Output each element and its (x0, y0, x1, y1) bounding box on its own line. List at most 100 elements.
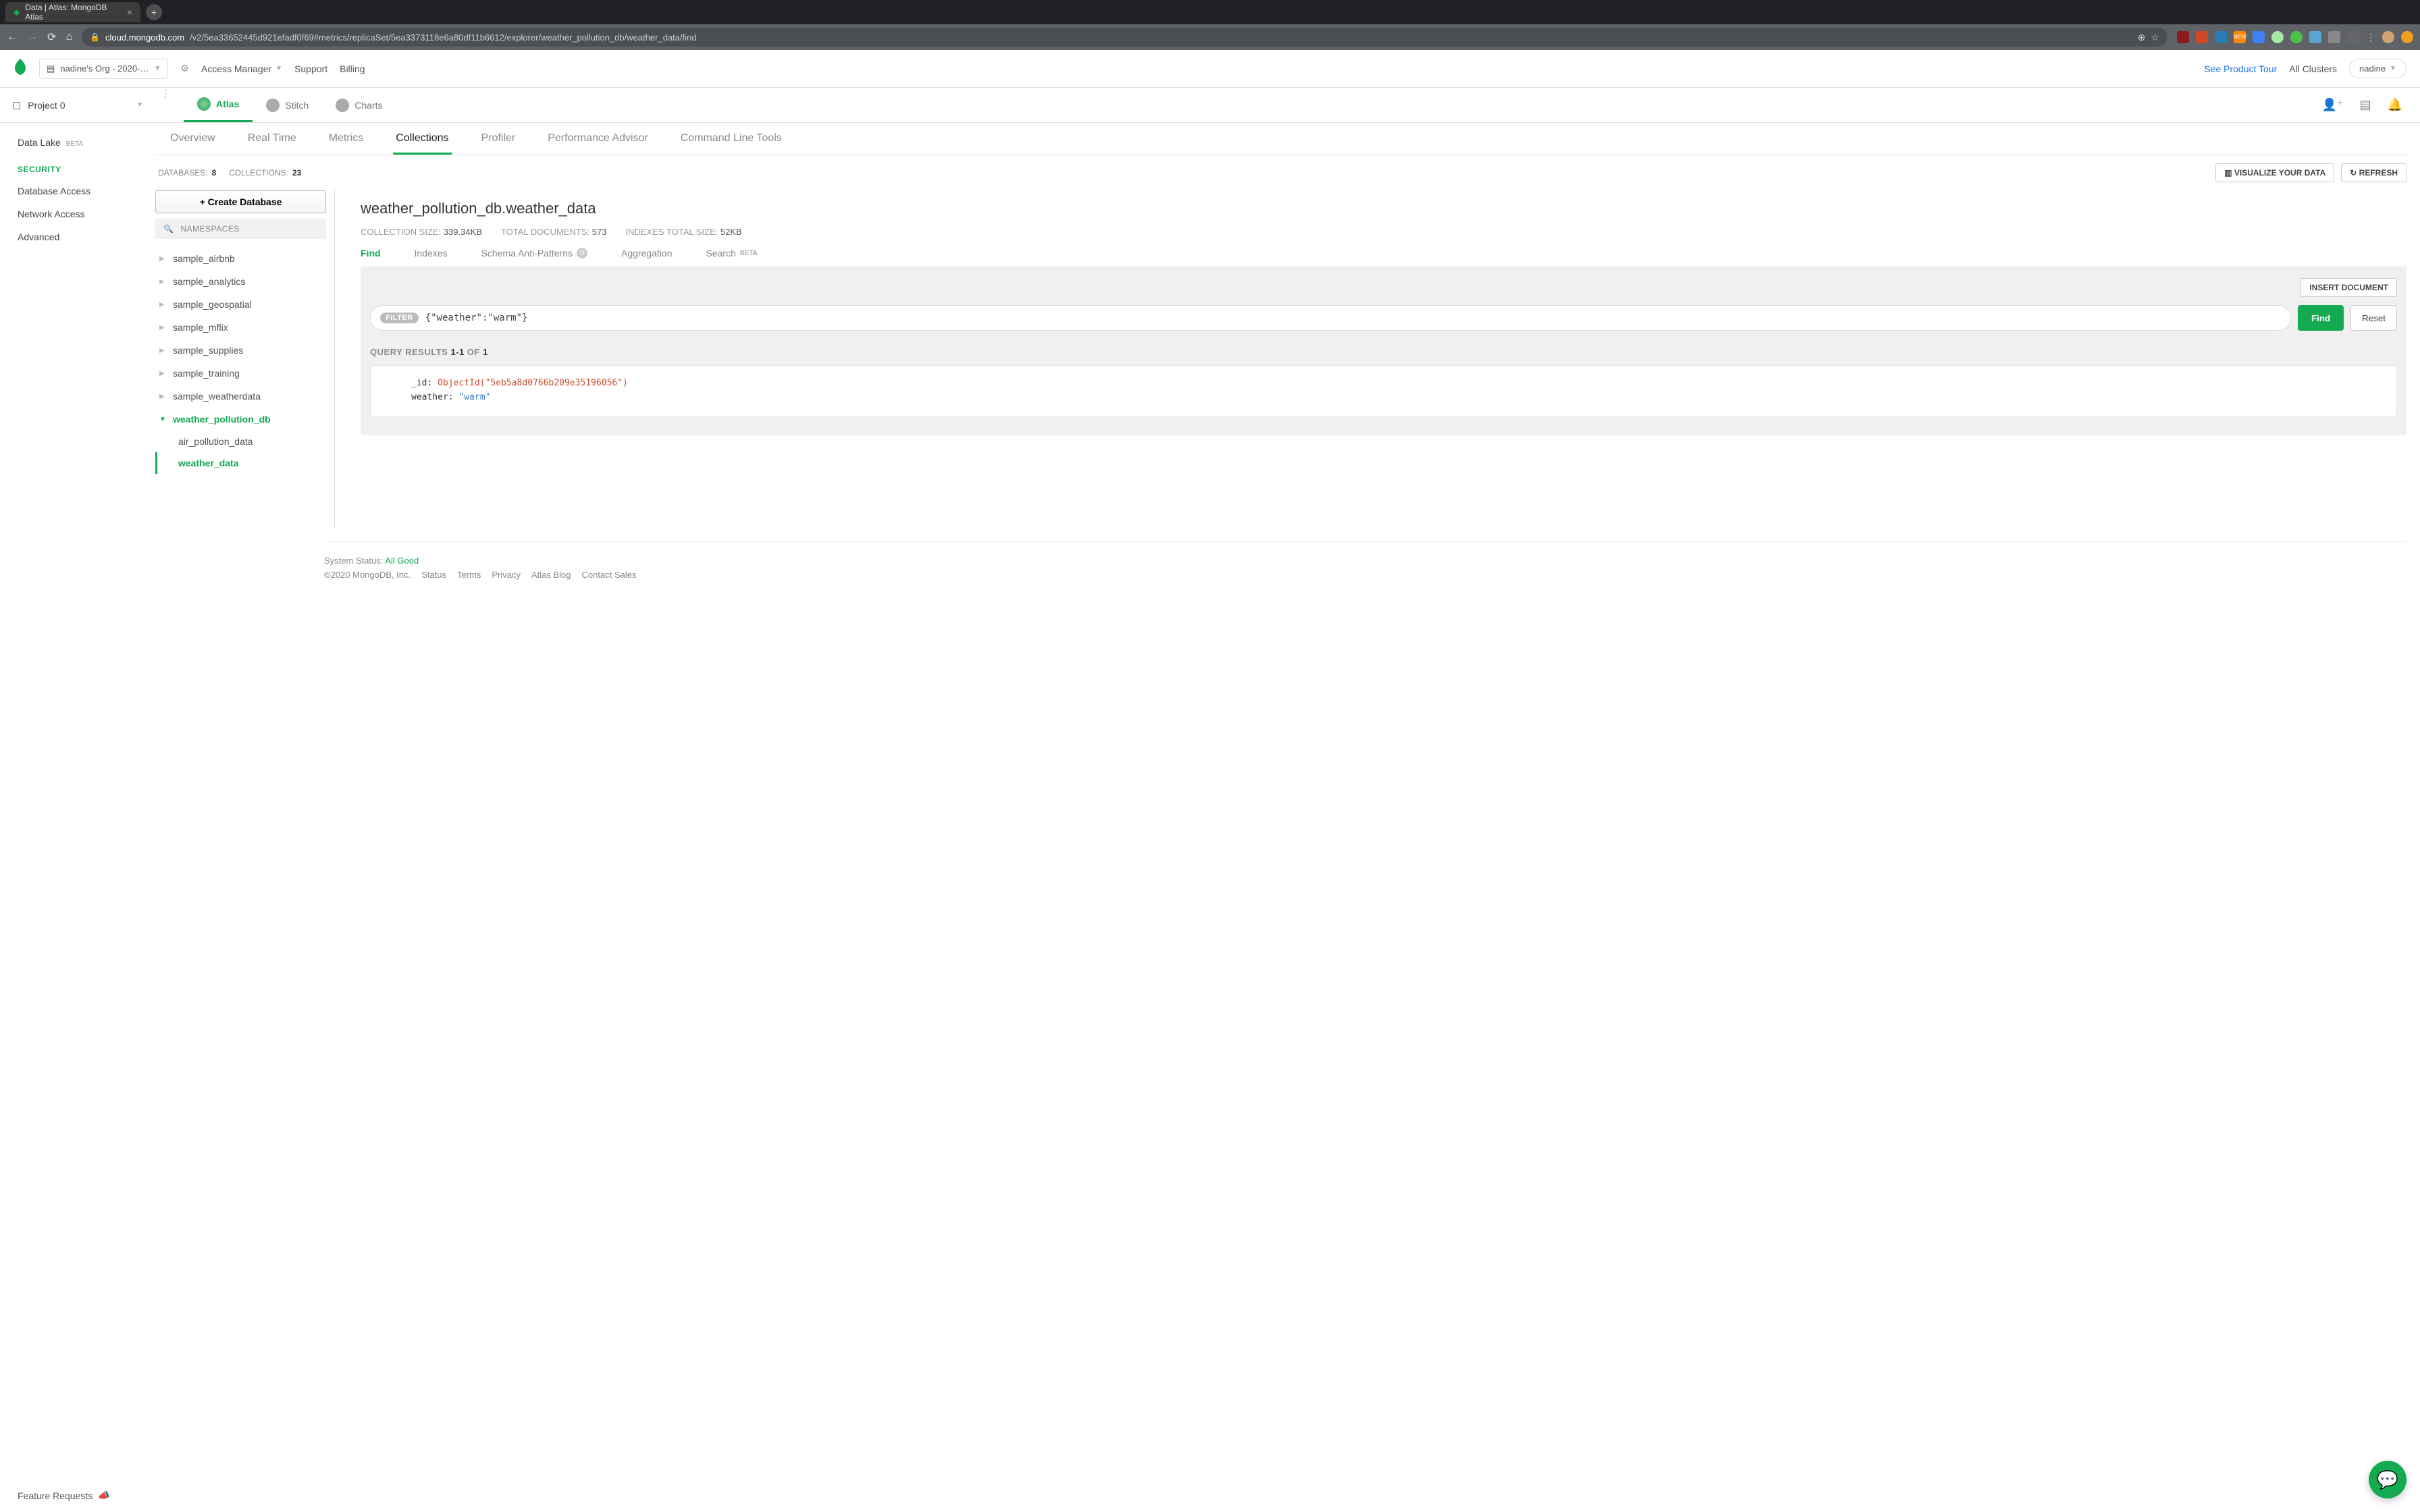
sidebar-item-database-access[interactable]: Database Access (0, 180, 155, 202)
search-icon: 🔍 (163, 224, 174, 234)
create-database-button[interactable]: + Create Database (155, 190, 326, 213)
document-card[interactable]: _id: ObjectId("5eb5a8d0766b209e35196056"… (370, 365, 2397, 416)
extension-icon[interactable]: NEW (2234, 31, 2246, 43)
copyright: ©2020 MongoDB, Inc. (324, 570, 411, 580)
anti-pattern-count: 0 (577, 248, 587, 259)
extension-icon[interactable] (2215, 31, 2227, 43)
db-item[interactable]: ▶sample_training (155, 362, 326, 385)
feature-requests-link[interactable]: Feature Requests 📣 (18, 1490, 110, 1501)
tab-title: Data | Atlas: MongoDB Atlas (25, 3, 122, 22)
back-icon[interactable]: ← (7, 31, 18, 43)
collection-tab-indexes[interactable]: Indexes (415, 248, 448, 259)
databases-count: 8 (212, 168, 217, 178)
footer-link[interactable]: Contact Sales (582, 570, 637, 580)
cluster-tab-overview[interactable]: Overview (167, 132, 218, 155)
filter-input[interactable]: FILTER {"weather":"warm"} (370, 305, 2291, 331)
db-item[interactable]: ▶sample_supplies (155, 339, 326, 362)
gear-icon[interactable]: ⚙ (180, 63, 189, 74)
extension-icon[interactable] (2177, 31, 2189, 43)
chevron-down-icon: ▼ (275, 65, 282, 72)
star-icon[interactable]: ☆ (2151, 32, 2159, 43)
cluster-tab-profiler[interactable]: Profiler (479, 132, 519, 155)
cluster-tab-metrics[interactable]: Metrics (326, 132, 367, 155)
home-icon[interactable]: ⌂ (65, 31, 72, 43)
status-badge[interactable]: All Good (385, 556, 419, 566)
sidebar-item-advanced[interactable]: Advanced (0, 225, 155, 248)
refresh-button[interactable]: ↻ REFRESH (2341, 163, 2406, 182)
cluster-tab-realtime[interactable]: Real Time (245, 132, 299, 155)
insert-document-button[interactable]: INSERT DOCUMENT (2300, 278, 2397, 297)
reload-icon[interactable]: ⟳ (47, 30, 56, 44)
nav-support[interactable]: Support (294, 63, 327, 74)
extension-icon[interactable] (2328, 31, 2340, 43)
cluster-tab-cli[interactable]: Command Line Tools (678, 132, 785, 155)
atlas-icon (197, 97, 211, 111)
extension-icon[interactable] (2309, 31, 2321, 43)
tab-stitch[interactable]: Stitch (253, 89, 322, 122)
collection-tab-find[interactable]: Find (361, 248, 381, 259)
nav-billing[interactable]: Billing (340, 63, 365, 74)
db-item[interactable]: ▶sample_analytics (155, 270, 326, 293)
invite-icon[interactable]: 👤⁺ (2322, 98, 2344, 112)
stitch-icon (266, 99, 280, 112)
footer-link[interactable]: Terms (457, 570, 481, 580)
collection-item-active[interactable]: weather_data (155, 452, 326, 474)
project-menu-icon[interactable]: ⋮ (155, 88, 176, 122)
collection-item[interactable]: air_pollution_data (155, 431, 326, 452)
user-menu[interactable]: nadine ▼ (2349, 59, 2406, 78)
extension-icon[interactable] (2253, 31, 2265, 43)
chevron-right-icon: ▶ (159, 278, 166, 286)
feedback-icon[interactable]: ▤ (2360, 98, 2371, 112)
all-clusters-link[interactable]: All Clusters (2289, 63, 2337, 74)
db-item[interactable]: ▶sample_mflix (155, 316, 326, 339)
url-bar[interactable]: 🔒 cloud.mongodb.com/v2/5ea33652445d921ef… (82, 28, 2167, 47)
tab-charts[interactable]: Charts (322, 89, 396, 122)
extension-icon[interactable] (2347, 31, 2359, 43)
sidebar-item-network-access[interactable]: Network Access (0, 202, 155, 225)
footer-link[interactable]: Atlas Blog (531, 570, 571, 580)
project-selector[interactable]: ▢ Project 0 ▼ (0, 88, 155, 122)
folder-icon: ▢ (12, 99, 21, 111)
db-item[interactable]: ▶sample_airbnb (155, 247, 326, 270)
zoom-icon[interactable]: ⊕ (2138, 32, 2146, 43)
forward-icon[interactable]: → (27, 31, 38, 43)
chevron-right-icon: ▶ (159, 255, 166, 263)
product-tour-link[interactable]: See Product Tour (2204, 63, 2277, 74)
db-item[interactable]: ▶sample_geospatial (155, 293, 326, 316)
org-selector[interactable]: ▤ nadine's Org - 2020-… ▼ (39, 59, 168, 79)
collection-tab-search[interactable]: SearchBETA (706, 248, 758, 259)
extension-icon[interactable] (2401, 31, 2413, 43)
lock-icon: 🔒 (90, 32, 100, 42)
mongodb-leaf-icon[interactable] (14, 59, 27, 79)
cluster-tab-collections[interactable]: Collections (393, 132, 451, 155)
extension-icon[interactable] (2271, 31, 2284, 43)
find-button[interactable]: Find (2298, 305, 2344, 331)
browser-tab[interactable]: ◆ Data | Atlas: MongoDB Atlas × (5, 2, 140, 22)
footer-link[interactable]: Status (421, 570, 446, 580)
extension-icon[interactable] (2290, 31, 2303, 43)
mongodb-favicon: ◆ (14, 7, 20, 17)
url-domain: cloud.mongodb.com (105, 32, 184, 43)
avatar[interactable] (2382, 31, 2394, 43)
close-icon[interactable]: × (127, 7, 132, 18)
more-icon[interactable]: ⋮ (2366, 32, 2375, 43)
footer-link[interactable]: Privacy (492, 570, 521, 580)
visualize-button[interactable]: ▥ VISUALIZE YOUR DATA (2215, 163, 2334, 182)
collection-tab-aggregation[interactable]: Aggregation (621, 248, 673, 259)
indexes-size: 52KB (720, 227, 742, 237)
cluster-tab-perf-advisor[interactable]: Performance Advisor (545, 132, 651, 155)
tab-atlas[interactable]: Atlas (184, 88, 253, 122)
new-tab-button[interactable]: + (146, 4, 162, 20)
sidebar-item-datalake[interactable]: Data Lake BETA (0, 131, 155, 154)
reset-button[interactable]: Reset (2350, 305, 2397, 331)
collection-tab-antipatterns[interactable]: Schema Anti-Patterns 0 (481, 248, 587, 259)
nav-access-manager[interactable]: Access Manager ▼ (201, 63, 282, 74)
chat-button[interactable]: 💬 (2369, 1461, 2406, 1498)
db-item-active[interactable]: ▼weather_pollution_db (155, 408, 326, 431)
charts-icon (336, 99, 349, 112)
db-item[interactable]: ▶sample_weatherdata (155, 385, 326, 408)
filter-text: {"weather":"warm"} (425, 313, 528, 323)
namespace-search[interactable]: 🔍 NAMESPACES (155, 219, 326, 239)
extension-icon[interactable] (2196, 31, 2208, 43)
bell-icon[interactable]: 🔔 (2388, 98, 2402, 112)
